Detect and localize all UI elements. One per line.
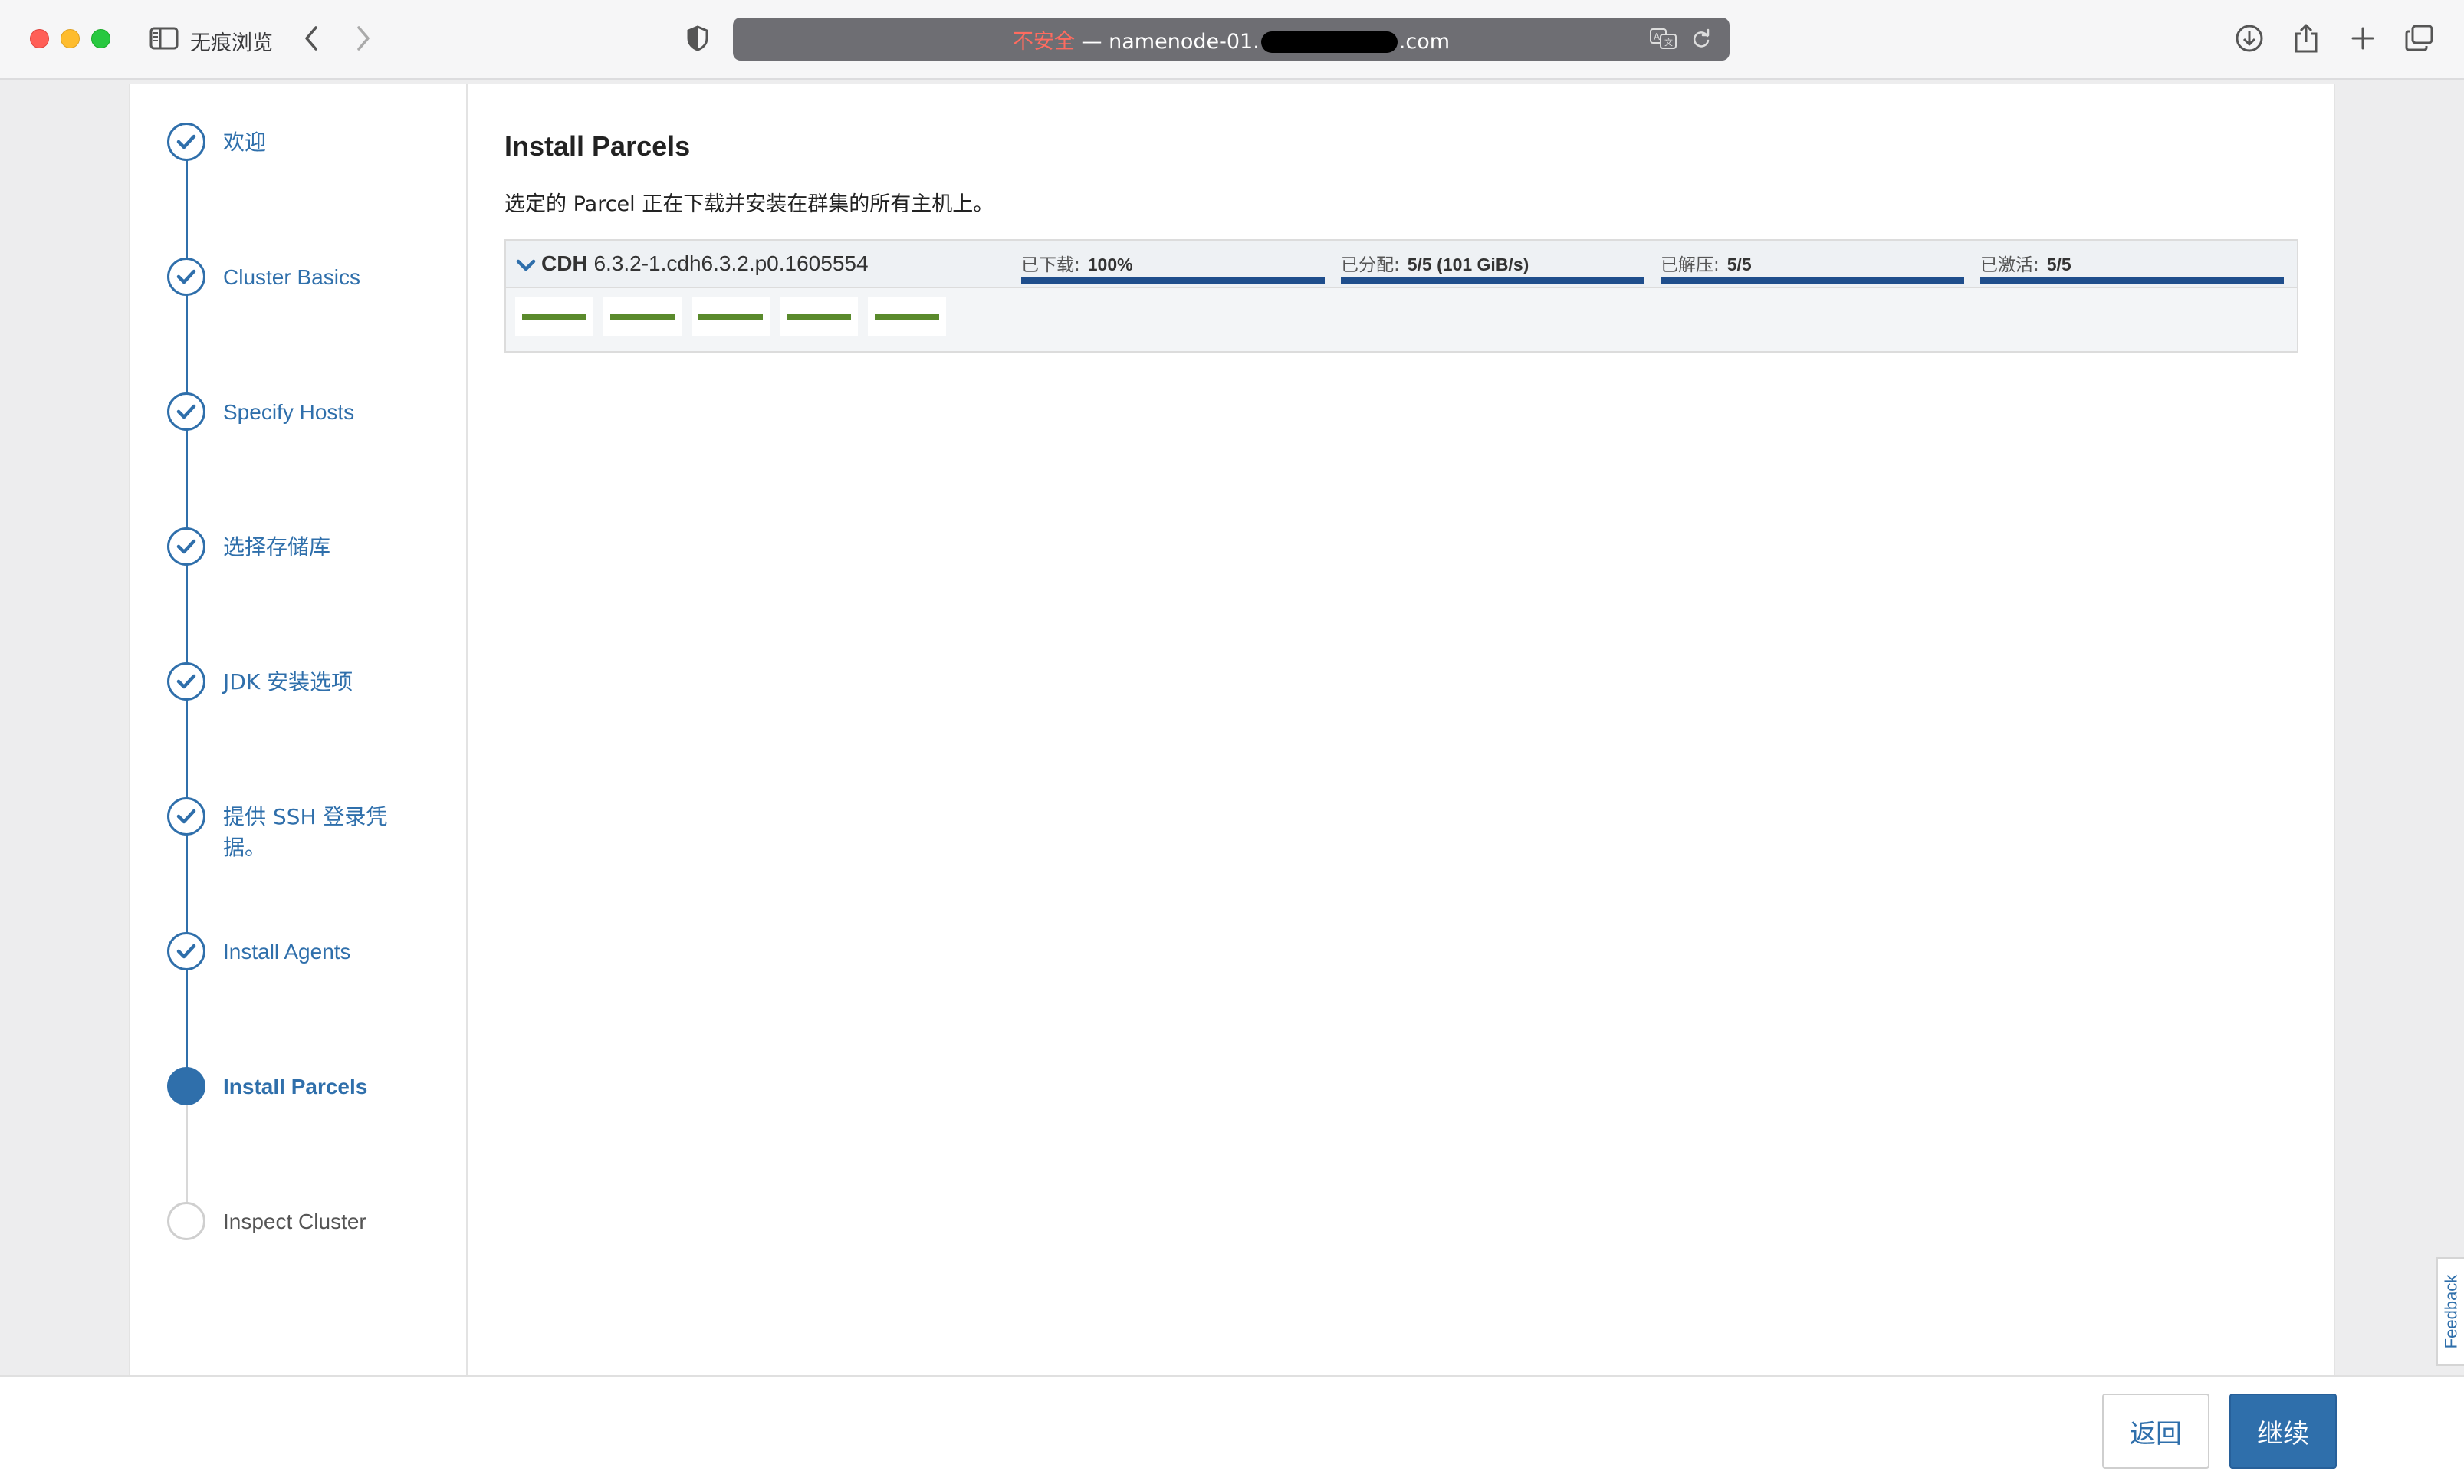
host-status[interactable] (692, 297, 770, 336)
host-status[interactable] (868, 297, 946, 336)
progress-fill (1980, 277, 2284, 284)
step-label: Inspect Cluster (223, 1210, 366, 1233)
address-host-end: .com (1398, 29, 1450, 54)
address-text: 不安全 — namenode-01. .com (1013, 25, 1450, 54)
private-browsing-label: 无痕浏览 (190, 31, 273, 55)
check-icon (167, 392, 205, 431)
progress-fill (1661, 277, 1964, 284)
stat-downloaded: 已下载: 100% (1021, 250, 1325, 284)
tab-overview-icon[interactable] (2403, 23, 2436, 54)
parcel-version: 6.3.2-1.cdh6.3.2.p0.1605554 (587, 251, 869, 275)
parcel-product: CDH (541, 251, 588, 275)
stat-unpacked: 已解压: 5/5 (1661, 250, 1964, 284)
stat-activated: 已激活: 5/5 (1980, 250, 2284, 284)
close-window-button[interactable] (30, 29, 49, 48)
address-separator: — (1074, 29, 1109, 54)
wizard-page: 欢迎 Cluster Basics Specify Hosts 选择存储库 JD… (129, 84, 2335, 1375)
check-icon (167, 258, 205, 296)
continue-button[interactable]: 继续 (2229, 1394, 2337, 1469)
wizard-footer: 返回 继续 (0, 1375, 2464, 1484)
translate-icon[interactable]: A文 (1650, 28, 1677, 54)
browser-toolbar: 无痕浏览 不安全 — namenode-01. .com A文 (0, 0, 2464, 80)
svg-text:文: 文 (1664, 37, 1673, 48)
minimize-window-button[interactable] (61, 29, 80, 48)
progress-bar (1021, 277, 1325, 284)
parcel-panel: CDH 6.3.2-1.cdh6.3.2.p0.1605554 已下载: 100%… (504, 239, 2298, 353)
stat-value: 5/5 (2046, 254, 2071, 274)
host-status[interactable] (515, 297, 593, 336)
stat-label: 已下载: (1021, 255, 1080, 275)
parcel-name: CDH 6.3.2-1.cdh6.3.2.p0.1605554 (541, 251, 869, 276)
back-chevron-icon[interactable] (297, 23, 325, 54)
host-status[interactable] (780, 297, 858, 336)
step-label: 选择存储库 (223, 534, 331, 560)
stat-label: 已分配: (1341, 255, 1400, 275)
privacy-shield-icon[interactable] (682, 23, 713, 54)
address-host-start: namenode-01. (1109, 29, 1260, 54)
check-icon (167, 527, 205, 566)
step-label: JDK 安装选项 (223, 669, 353, 694)
step-label: Specify Hosts (223, 400, 355, 424)
main-content: Install Parcels 选定的 Parcel 正在下载并安装在群集的所有… (504, 130, 2298, 353)
host-status-bar (875, 314, 939, 320)
forward-chevron-icon[interactable] (350, 23, 377, 54)
stat-value: 5/5 (1726, 254, 1752, 274)
wizard-steps: 欢迎 Cluster Basics Specify Hosts 选择存储库 JD… (130, 84, 468, 1375)
reload-icon[interactable] (1691, 28, 1711, 54)
share-icon[interactable] (2289, 23, 2323, 54)
step-label: 欢迎 (223, 130, 267, 155)
host-status-list (515, 297, 956, 336)
step-label: Install Agents (223, 940, 351, 964)
pending-step-circle-icon (167, 1202, 205, 1240)
check-icon (167, 123, 205, 161)
stat-value: 100% (1087, 254, 1133, 274)
stat-value: 5/5 (101 GiB/s) (1407, 254, 1529, 274)
parcel-header[interactable]: CDH 6.3.2-1.cdh6.3.2.p0.1605554 已下载: 100%… (506, 241, 2297, 288)
current-step-dot-icon (167, 1067, 205, 1105)
page-description: 选定的 Parcel 正在下载并安装在群集的所有主机上。 (504, 192, 994, 216)
feedback-label: Feedback (2441, 1274, 2460, 1349)
page-title: Install Parcels (504, 130, 691, 162)
new-tab-plus-icon[interactable] (2346, 23, 2380, 54)
address-bar[interactable]: 不安全 — namenode-01. .com A文 (733, 18, 1730, 61)
host-status-bar (698, 314, 763, 320)
feedback-tab[interactable]: Feedback (2436, 1257, 2464, 1366)
step-label: 提供 SSH 登录凭据。 (223, 804, 388, 860)
stat-label: 已激活: (1980, 255, 2039, 275)
progress-bar (1980, 277, 2284, 284)
host-status[interactable] (603, 297, 682, 336)
chevron-down-icon[interactable] (515, 254, 537, 276)
check-icon (167, 797, 205, 836)
check-icon (167, 932, 205, 970)
sidebar-toggle-icon[interactable] (149, 23, 179, 54)
host-status-bar (787, 314, 851, 320)
back-button[interactable]: 返回 (2102, 1394, 2209, 1469)
stat-distributed: 已分配: 5/5 (101 GiB/s) (1341, 250, 1644, 284)
progress-fill (1021, 277, 1325, 284)
progress-bar (1341, 277, 1644, 284)
downloads-icon[interactable] (2232, 23, 2266, 54)
check-icon (167, 662, 205, 701)
insecure-warning: 不安全 (1012, 29, 1075, 54)
redacted-hostname (1260, 31, 1398, 53)
svg-text:A: A (1654, 31, 1661, 42)
progress-bar (1661, 277, 1964, 284)
pending-steps-line (186, 1094, 188, 1216)
stat-label: 已解压: (1661, 255, 1720, 275)
zoom-window-button[interactable] (91, 29, 110, 48)
step-label: Cluster Basics (223, 265, 360, 289)
step-label: Install Parcels (223, 1075, 368, 1098)
host-status-bar (522, 314, 586, 320)
progress-fill (1341, 277, 1644, 284)
host-status-bar (610, 314, 675, 320)
